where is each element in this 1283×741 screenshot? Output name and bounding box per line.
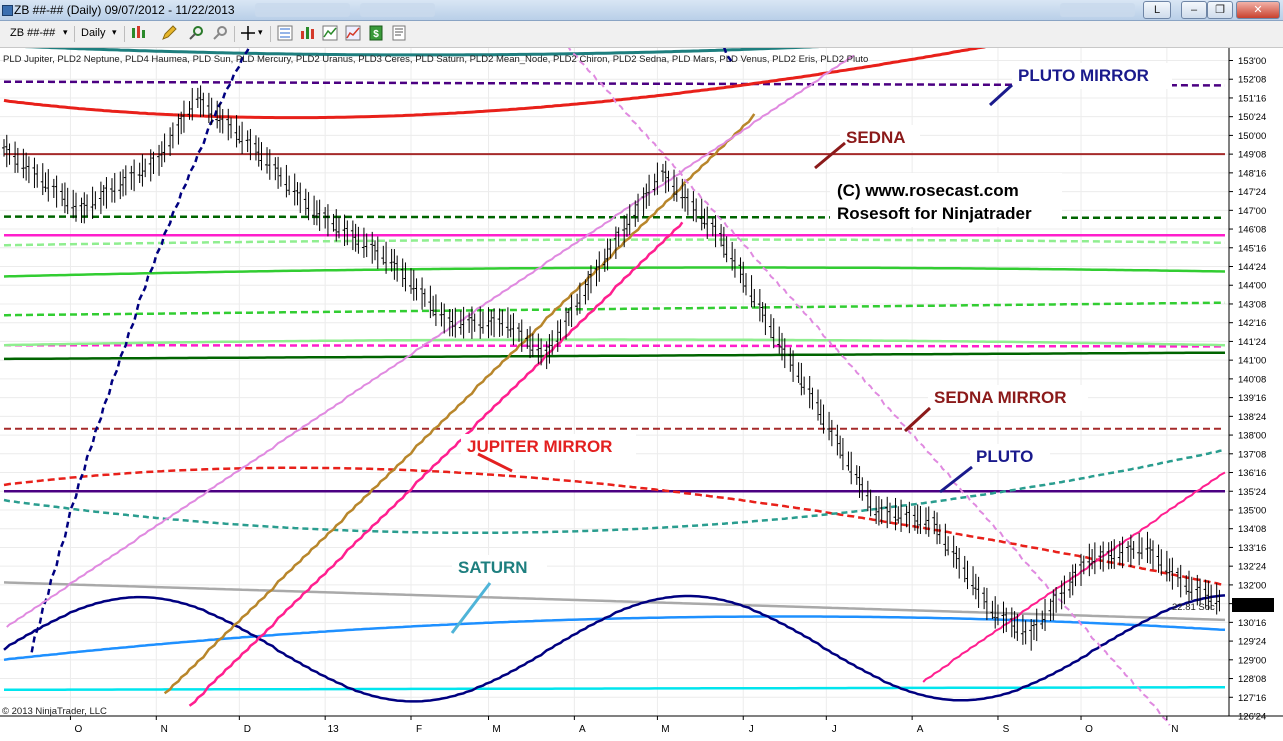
bar-style-icon[interactable] — [130, 25, 146, 41]
price-tick-label: 137'08 — [1238, 449, 1266, 460]
price-tick-label: 150'24 — [1238, 112, 1266, 123]
indicators-icon[interactable] — [322, 25, 338, 41]
taskbar-item[interactable] — [360, 3, 435, 17]
time-tick-label: O — [75, 724, 83, 735]
annotation-label: SEDNA MIRROR — [934, 388, 1067, 407]
price-tick-label: 128'08 — [1238, 674, 1266, 685]
properties-icon[interactable] — [391, 25, 407, 41]
price-tick-label: 146'08 — [1238, 225, 1266, 236]
price-tick-label: 136'16 — [1238, 468, 1266, 479]
time-tick-label: S — [1003, 724, 1010, 735]
price-tick-label: 141'24 — [1238, 337, 1266, 348]
time-tick-label: F — [416, 724, 422, 735]
draw-pencil-icon[interactable] — [161, 25, 177, 41]
price-axis[interactable]: 153'00 152'08 151'16 150'24 150'00 149'08 148'… — [1229, 56, 1266, 723]
price-tick-label: 144'24 — [1238, 262, 1266, 273]
price-tick-label: 142'16 — [1238, 318, 1266, 329]
taskbar-item[interactable] — [1060, 3, 1135, 17]
toolbar-divider — [74, 26, 75, 42]
chart-toolbar: ZB ##-## ▾ Daily ▾ ▾ $ — [0, 21, 1283, 48]
price-tick-label: 140'08 — [1238, 374, 1266, 385]
toolbar-divider — [124, 26, 125, 42]
zoom-in-icon[interactable] — [188, 25, 204, 41]
chevron-down-icon[interactable]: ▾ — [258, 27, 263, 38]
price-tick-label: 139'16 — [1238, 393, 1266, 404]
time-tick-label: M — [661, 724, 669, 735]
chart-properties-icon[interactable] — [345, 25, 361, 41]
time-axis[interactable]: O N D 13 F M A M J J A S O N — [69, 716, 1178, 735]
price-tick-label: 132'00 — [1238, 580, 1266, 591]
toolbar-divider — [234, 26, 235, 42]
price-tick-label: 134'08 — [1238, 524, 1266, 535]
annotation-label: PLUTO MIRROR — [1018, 66, 1149, 85]
window-title: ZB ##-## (Daily) 09/07/2012 - 11/22/2013 — [14, 3, 235, 17]
annotation-label: PLUTO — [976, 447, 1033, 466]
copyright: © 2013 NinjaTrader, LLC — [2, 706, 107, 717]
watermark: (C) www.rosecast.com — [837, 181, 1019, 200]
time-tick-label: A — [917, 724, 924, 735]
time-tick-label: A — [579, 724, 586, 735]
taskbar-item[interactable] — [255, 3, 350, 17]
chevron-down-icon[interactable]: ▾ — [63, 27, 68, 38]
price-tick-label: 153'00 — [1238, 56, 1266, 67]
time-tick-label: O — [1085, 724, 1093, 735]
chart-style-icon[interactable] — [277, 25, 293, 41]
price-tick-label: 149'08 — [1238, 150, 1266, 161]
toolbar-divider — [270, 26, 271, 42]
price-tick-label: 130'16 — [1238, 618, 1266, 629]
minimize-button[interactable]: – — [1181, 1, 1207, 19]
price-tick-label: 148'16 — [1238, 168, 1266, 179]
price-tick-label: 132'24 — [1238, 562, 1266, 573]
price-tick-label: 151'16 — [1238, 93, 1266, 104]
price-tick-label: 138'24 — [1238, 412, 1266, 423]
price-tick-label: 135'00 — [1238, 505, 1266, 516]
layout-button[interactable]: L — [1143, 1, 1171, 19]
time-tick-label: J — [832, 724, 837, 735]
time-tick-label: D — [244, 724, 251, 735]
annotation-label: SATURN — [458, 558, 528, 577]
price-tick-label: 144'00 — [1238, 281, 1266, 292]
zoom-out-icon[interactable] — [212, 25, 228, 41]
time-tick-label: M — [492, 724, 500, 735]
chevron-down-icon[interactable]: ▾ — [112, 27, 117, 38]
price-tick-label: 133'16 — [1238, 543, 1266, 554]
price-tick-label: 147'00 — [1238, 206, 1266, 217]
interval-selector[interactable]: Daily — [81, 27, 105, 39]
price-tick-label: 145'16 — [1238, 243, 1266, 254]
price-tick-label: 129'00 — [1238, 655, 1266, 666]
indicator-legend: PLD Jupiter, PLD2 Neptune, PLD4 Haumea, … — [3, 54, 868, 65]
close-button[interactable]: ✕ — [1236, 1, 1280, 19]
annotation-label: JUPITER MIRROR — [467, 437, 612, 456]
data-series-icon[interactable] — [300, 25, 316, 41]
price-tick-label: 135'24 — [1238, 487, 1266, 498]
price-tick-label: 129'24 — [1238, 637, 1266, 648]
price-tick-label: 143'08 — [1238, 299, 1266, 310]
last-price-label: 131'09 — [1237, 601, 1265, 612]
instrument-selector[interactable]: ZB ##-## — [10, 27, 55, 39]
time-tick-label: N — [1171, 724, 1178, 735]
price-tick-label: 152'08 — [1238, 75, 1266, 86]
price-tick-label: 127'16 — [1238, 693, 1266, 704]
price-tick-label: 138'00 — [1238, 431, 1266, 442]
watermark-subtitle: Rosesoft for Ninjatrader — [837, 204, 1032, 223]
strategy-icon[interactable]: $ — [368, 25, 384, 41]
price-tick-label: 147'24 — [1238, 187, 1266, 198]
partial-label: 22.81 Soc — [1172, 602, 1215, 613]
annotation-label: SEDNA — [846, 128, 906, 147]
time-tick-label: 13 — [328, 724, 340, 735]
svg-text:$: $ — [373, 29, 379, 40]
time-tick-label: J — [749, 724, 754, 735]
price-tick-label: 126'24 — [1238, 712, 1266, 723]
price-chart[interactable]: PLD Jupiter, PLD2 Neptune, PLD4 Haumea, … — [0, 48, 1283, 741]
app-icon — [2, 5, 13, 16]
price-tick-label: 150'00 — [1238, 131, 1266, 142]
crosshair-icon[interactable] — [240, 25, 256, 41]
time-tick-label: N — [161, 724, 168, 735]
price-tick-label: 141'00 — [1238, 356, 1266, 367]
restore-button[interactable]: ❐ — [1207, 1, 1233, 19]
window-titlebar: ZB ##-## (Daily) 09/07/2012 - 11/22/2013… — [0, 0, 1283, 21]
